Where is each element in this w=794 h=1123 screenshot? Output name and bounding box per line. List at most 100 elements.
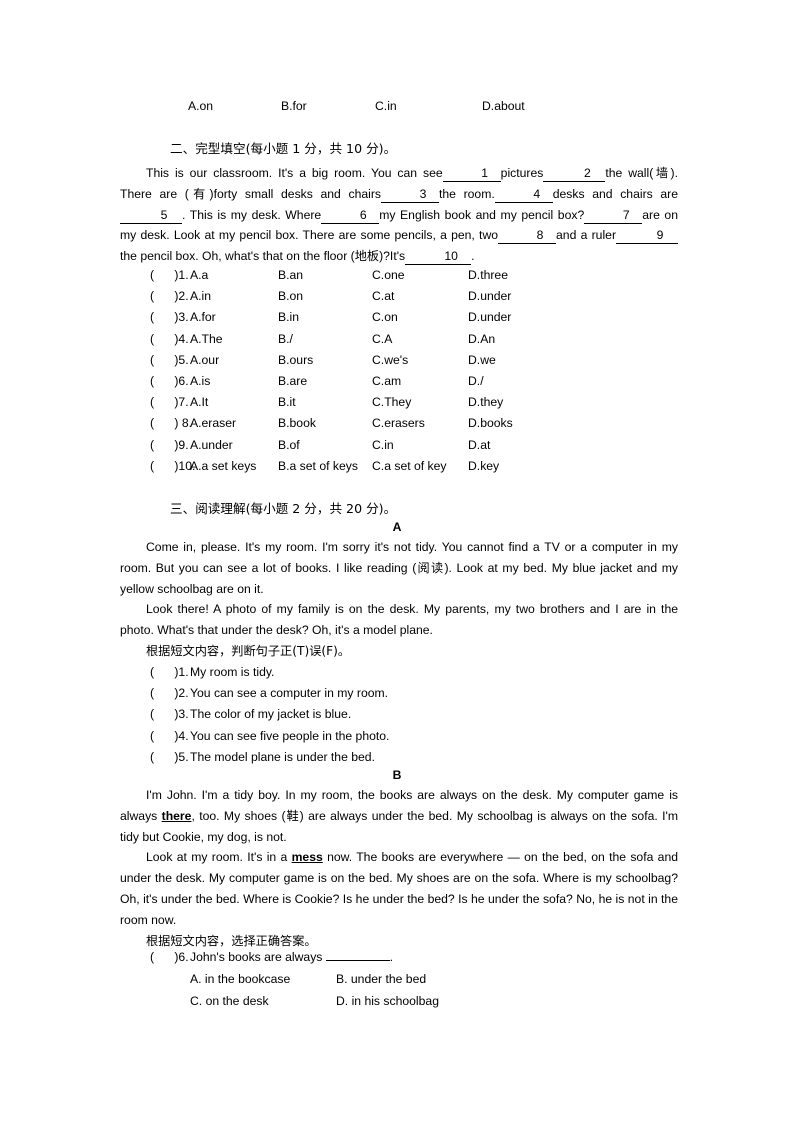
cloze-option-bracket[interactable]: ( )1.	[150, 265, 189, 286]
cloze-line1-a: This is our classroom. It's a big room. …	[146, 166, 443, 180]
cloze-option-c[interactable]: C.a set of key	[372, 456, 447, 477]
top-choice-d[interactable]: D.about	[482, 96, 525, 116]
cloze-line2-b: the room.	[439, 186, 495, 201]
cloze-option-bracket[interactable]: ( )7.	[150, 392, 189, 413]
true-false-row: ( )5. The model plane is under the bed.	[0, 747, 794, 768]
cloze-option-b[interactable]: B.it	[278, 392, 296, 413]
cloze-blank-6[interactable]: 6	[321, 208, 380, 224]
passage-a-instruction: 根据短文内容，判断句子正(T)误(F)。	[146, 643, 351, 658]
cloze-option-c[interactable]: C.one	[372, 265, 405, 286]
cloze-blank-2[interactable]: 2	[543, 166, 606, 182]
cloze-option-d[interactable]: D.three	[468, 265, 508, 286]
cloze-option-row: ( )9. A.under B.of C.in D.at	[0, 435, 794, 456]
question-6-bracket[interactable]: ( )6.	[150, 947, 189, 968]
cloze-option-bracket[interactable]: ( ) 8.	[150, 413, 192, 434]
cloze-option-d[interactable]: D.books	[468, 413, 513, 434]
cloze-option-a[interactable]: A.is	[190, 371, 210, 392]
cloze-option-a[interactable]: A.in	[190, 286, 211, 307]
cloze-option-b[interactable]: B.in	[278, 307, 299, 328]
cloze-option-b[interactable]: B.a set of keys	[278, 456, 358, 477]
cloze-option-c[interactable]: C.erasers	[372, 413, 425, 434]
top-choice-c[interactable]: C.in	[375, 96, 397, 116]
top-choice-a[interactable]: A.on	[188, 96, 213, 116]
cloze-option-bracket[interactable]: ( )6.	[150, 371, 189, 392]
cloze-option-a[interactable]: A.under	[190, 435, 233, 456]
cloze-option-c[interactable]: C.They	[372, 392, 411, 413]
true-false-statement-text: You can see five people in the photo.	[190, 728, 390, 743]
cloze-option-a[interactable]: A.a set keys	[190, 456, 256, 477]
cloze-option-c[interactable]: C.we's	[372, 350, 408, 371]
question-6-choice-b[interactable]: B. under the bed	[336, 969, 426, 990]
cloze-line4-b: and a ruler	[556, 228, 617, 243]
question-6-blank[interactable]	[325, 960, 390, 961]
passage-b-p1-b: , too. My shoes (鞋) are always under the…	[120, 808, 679, 844]
cloze-option-b[interactable]: B.ours	[278, 350, 313, 371]
top-choice-b[interactable]: B.for	[281, 96, 307, 116]
cloze-option-row: ( )1. A.a B.an C.one D.three	[0, 265, 794, 286]
cloze-option-bracket[interactable]: ( )4.	[150, 329, 189, 350]
cloze-option-a[interactable]: A.The	[190, 329, 223, 350]
question-6-choice-d[interactable]: D. in his schoolbag	[336, 991, 439, 1012]
cloze-blank-5[interactable]: 5	[120, 208, 182, 224]
cloze-option-c[interactable]: C.on	[372, 307, 398, 328]
cloze-blank-4[interactable]: 4	[494, 187, 553, 203]
cloze-option-bracket[interactable]: ( )5.	[150, 350, 189, 371]
cloze-option-b[interactable]: B./	[278, 329, 293, 350]
cloze-option-b[interactable]: B.are	[278, 371, 307, 392]
cloze-option-d[interactable]: D.under	[468, 286, 511, 307]
cloze-option-a[interactable]: A.our	[190, 350, 219, 371]
cloze-option-b[interactable]: B.an	[278, 265, 303, 286]
passage-b-emphasis-mess: mess	[291, 850, 323, 865]
true-false-row: ( )1. My room is tidy.	[0, 662, 794, 683]
cloze-blank-1[interactable]: 1	[442, 166, 501, 182]
cloze-line1-c: the wall(墙).	[605, 166, 678, 180]
cloze-option-a[interactable]: A.for	[190, 307, 216, 328]
cloze-option-d[interactable]: D./	[468, 371, 484, 392]
cloze-line3-a: This is my desk. Where	[189, 207, 322, 222]
cloze-option-d[interactable]: D.we	[468, 350, 496, 371]
section-two-heading: 二、完型填空(每小题 1 分，共 10 分)。	[170, 141, 397, 156]
true-false-bracket[interactable]: ( )4.	[150, 726, 189, 747]
question-6-choice-c[interactable]: C. on the desk	[190, 991, 269, 1012]
cloze-blank-3[interactable]: 3	[381, 187, 439, 203]
cloze-option-b[interactable]: B.on	[278, 286, 303, 307]
true-false-bracket[interactable]: ( )2.	[150, 683, 189, 704]
cloze-line5-c: .	[471, 249, 475, 264]
cloze-option-row: ( )5. A.our B.ours C.we's D.we	[0, 350, 794, 371]
true-false-bracket[interactable]: ( )1.	[150, 662, 189, 683]
true-false-statement-text: The model plane is under the bed.	[190, 749, 375, 764]
cloze-option-c[interactable]: C.in	[372, 435, 394, 456]
cloze-line2-d: .	[182, 207, 186, 222]
cloze-option-bracket[interactable]: ( )9.	[150, 435, 189, 456]
cloze-option-d[interactable]: D.at	[468, 435, 490, 456]
cloze-blank-9[interactable]: 9	[616, 228, 679, 245]
true-false-row: ( )4. You can see five people in the phot…	[0, 726, 794, 747]
true-false-bracket[interactable]: ( )3.	[150, 704, 189, 725]
cloze-option-row: ( ) 8. A.eraser B.book C.erasers D.books	[0, 413, 794, 434]
cloze-option-a[interactable]: A.It	[190, 392, 208, 413]
cloze-option-b[interactable]: B.of	[278, 435, 300, 456]
cloze-option-c[interactable]: C.at	[372, 286, 394, 307]
cloze-line3-b: my English book and my pencil box?	[379, 207, 585, 222]
cloze-option-d[interactable]: D.under	[468, 307, 511, 328]
cloze-option-a[interactable]: A.eraser	[190, 413, 236, 434]
question-6-choice-a[interactable]: A. in the bookcase	[190, 969, 290, 990]
cloze-option-bracket[interactable]: ( )2.	[150, 286, 189, 307]
cloze-option-c[interactable]: C.A	[372, 329, 392, 350]
cloze-option-c[interactable]: C.am	[372, 371, 401, 392]
cloze-line1-b: pictures	[500, 166, 544, 180]
cloze-option-d[interactable]: D.key	[468, 456, 499, 477]
cloze-blank-10[interactable]: 10	[405, 249, 472, 266]
cloze-blank-7[interactable]: 7	[584, 208, 643, 224]
cloze-option-bracket[interactable]: ( )3.	[150, 307, 189, 328]
cloze-option-a[interactable]: A.a	[190, 265, 208, 286]
cloze-option-d[interactable]: D.An	[468, 329, 495, 350]
cloze-option-d[interactable]: D.they	[468, 392, 503, 413]
cloze-blank-8[interactable]: 8	[498, 228, 557, 245]
cloze-option-b[interactable]: B.book	[278, 413, 316, 434]
cloze-option-bracket[interactable]: ( )10.	[150, 456, 195, 477]
passage-a-label: A	[392, 520, 402, 534]
true-false-bracket[interactable]: ( )5.	[150, 747, 189, 768]
cloze-option-row: ( )7. A.It B.it C.They D.they	[0, 392, 794, 413]
passage-b-body: I'm John. I'm a tidy boy. In my room, th…	[120, 785, 678, 951]
